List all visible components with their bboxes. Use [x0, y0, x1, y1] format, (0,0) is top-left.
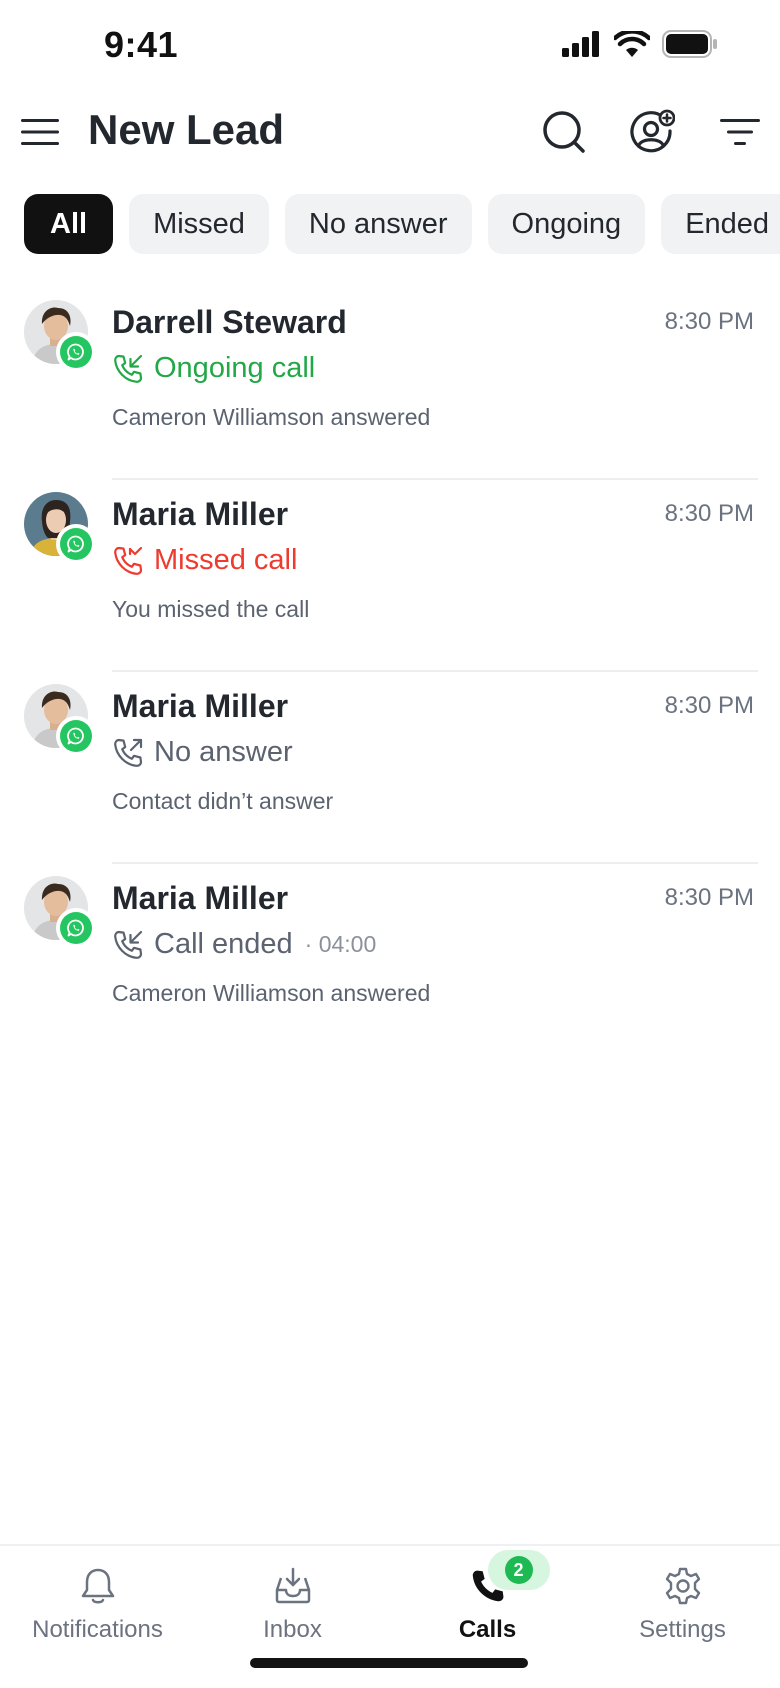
signal-icon: [562, 31, 599, 57]
call-status: Call ended · 04:00: [112, 928, 376, 961]
outgoing-call-icon: [114, 738, 143, 767]
header: New Lead: [0, 90, 780, 190]
nav-label: Notifications: [32, 1616, 163, 1643]
page-title: New Lead: [88, 106, 285, 153]
nav-settings[interactable]: Settings: [585, 1546, 780, 1656]
whatsapp-badge: [56, 716, 96, 756]
call-status: Ongoing call: [112, 352, 315, 385]
gear-icon: [665, 1567, 700, 1605]
menu-button[interactable]: [20, 112, 60, 152]
status-bar: 9:41: [0, 0, 780, 90]
add-contact-button[interactable]: [624, 104, 680, 160]
nav-inbox[interactable]: Inbox: [195, 1546, 390, 1656]
whatsapp-badge: [56, 908, 96, 948]
home-indicator[interactable]: [250, 1658, 528, 1668]
nav-label: Settings: [639, 1616, 726, 1643]
nav-icon-wrap: [661, 1564, 705, 1608]
call-status-label: Missed call: [154, 544, 298, 576]
call-subtext: You missed the call: [112, 596, 310, 622]
whatsapp-icon: [67, 535, 84, 553]
filter-chips: All Missed No answer Ongoing Ended: [24, 194, 780, 254]
wifi-icon: [614, 31, 650, 57]
calls-badge: 2: [487, 1550, 550, 1590]
contact-name: Maria Miller: [112, 688, 289, 724]
whatsapp-icon: [67, 727, 84, 745]
call-time: 8:30 PM: [664, 692, 754, 719]
whatsapp-icon: [67, 919, 84, 937]
search-button[interactable]: [536, 104, 592, 160]
contact-name: Maria Miller: [112, 880, 289, 916]
filter-chip-all[interactable]: All: [24, 194, 114, 254]
call-row[interactable]: Maria Miller 8:30 PM Missed call You mis…: [0, 480, 780, 672]
call-status: No answer: [112, 736, 293, 769]
call-status-label: No answer: [154, 736, 293, 768]
filter-button[interactable]: [712, 104, 768, 160]
filter-chip-no-answer[interactable]: No answer: [284, 194, 472, 254]
call-duration: · 04:00: [304, 931, 377, 957]
nav-icon-wrap: 2: [466, 1550, 550, 1608]
incoming-call-icon: [114, 354, 143, 383]
search-icon: [543, 111, 585, 153]
nav-icon-wrap: [271, 1564, 315, 1608]
call-row[interactable]: Darrell Steward 8:30 PM Ongoing call Cam…: [0, 288, 780, 480]
status-time: 9:41: [104, 24, 179, 65]
battery-icon: [662, 30, 717, 58]
filter-icon: [720, 119, 760, 145]
calls-badge-count: 2: [504, 1556, 533, 1584]
nav-calls[interactable]: 2 Calls: [390, 1546, 585, 1656]
nav-label: Calls: [458, 1616, 517, 1643]
filter-chip-ended[interactable]: Ended: [661, 194, 780, 254]
call-time: 8:30 PM: [664, 500, 754, 527]
call-subtext: Cameron Williamson answered: [112, 980, 431, 1006]
hamburger-menu-icon: [21, 119, 59, 145]
call-subtext: Cameron Williamson answered: [112, 404, 431, 430]
whatsapp-badge: [56, 332, 96, 372]
call-row[interactable]: Maria Miller 8:30 PM Call ended · 04:00 …: [0, 864, 780, 1056]
nav-icon-wrap: [76, 1564, 120, 1608]
call-time: 8:30 PM: [664, 884, 754, 911]
call-subtext: Contact didn’t answer: [112, 788, 334, 814]
nav-notifications[interactable]: Notifications: [0, 1546, 195, 1656]
call-status-label: Call ended: [154, 928, 293, 960]
call-time: 8:30 PM: [664, 308, 754, 335]
filter-chip-missed[interactable]: Missed: [129, 194, 269, 254]
inbox-icon: [275, 1567, 310, 1604]
bell-icon: [81, 1568, 114, 1604]
call-list: Darrell Steward 8:30 PM Ongoing call Cam…: [0, 288, 780, 1056]
nav-label: Inbox: [263, 1616, 322, 1643]
call-status-label: Ongoing call: [154, 352, 316, 384]
filter-chip-ongoing[interactable]: Ongoing: [487, 194, 646, 254]
contact-name: Darrell Steward: [112, 304, 347, 340]
status-icons: [562, 30, 718, 58]
add-user-icon: [630, 109, 675, 153]
call-row[interactable]: Maria Miller 8:30 PM No answer Contact d…: [0, 672, 780, 864]
whatsapp-icon: [67, 343, 84, 361]
call-status: Missed call: [112, 544, 297, 577]
incoming-call-icon: [114, 930, 143, 959]
contact-name: Maria Miller: [112, 496, 289, 532]
missed-call-icon: [114, 546, 143, 575]
whatsapp-badge: [56, 524, 96, 564]
